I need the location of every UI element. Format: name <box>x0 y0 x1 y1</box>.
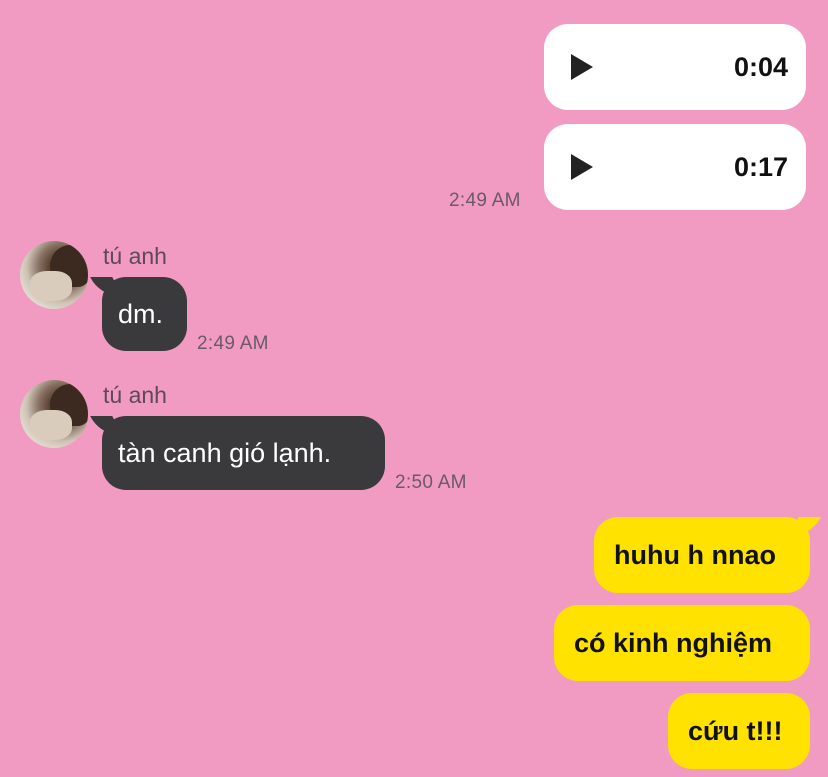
message-timestamp: 2:49 AM <box>197 333 269 354</box>
message-timestamp: 2:49 AM <box>449 190 521 211</box>
play-icon[interactable] <box>571 154 593 180</box>
sender-name: tú anh <box>103 243 167 269</box>
avatar[interactable] <box>20 380 88 448</box>
voice-message-bubble[interactable]: 0:17 <box>544 124 806 210</box>
outgoing-message-bubble[interactable]: cứu t!!! <box>668 693 810 769</box>
message-text: huhu h nnao <box>614 540 776 570</box>
incoming-message-bubble[interactable]: dm. <box>90 277 187 351</box>
outgoing-message-bubble[interactable]: huhu h nnao <box>594 517 821 593</box>
voice-duration: 0:17 <box>733 152 788 182</box>
voice-message-bubble[interactable]: 0:04 <box>544 24 806 110</box>
incoming-message-bubble[interactable]: tàn canh gió lạnh. <box>90 416 385 490</box>
outgoing-message-bubble[interactable]: có kinh nghiệm <box>554 605 810 681</box>
message-text: dm. <box>118 299 164 329</box>
avatar[interactable] <box>20 241 88 309</box>
message-timestamp: 2:50 AM <box>395 472 467 493</box>
message-text: có kinh nghiệm <box>574 628 773 658</box>
message-text: cứu t!!! <box>688 716 783 746</box>
voice-duration: 0:04 <box>733 52 788 82</box>
message-text: tàn canh gió lạnh. <box>118 438 332 468</box>
sender-name: tú anh <box>103 382 167 408</box>
play-icon[interactable] <box>571 54 593 80</box>
